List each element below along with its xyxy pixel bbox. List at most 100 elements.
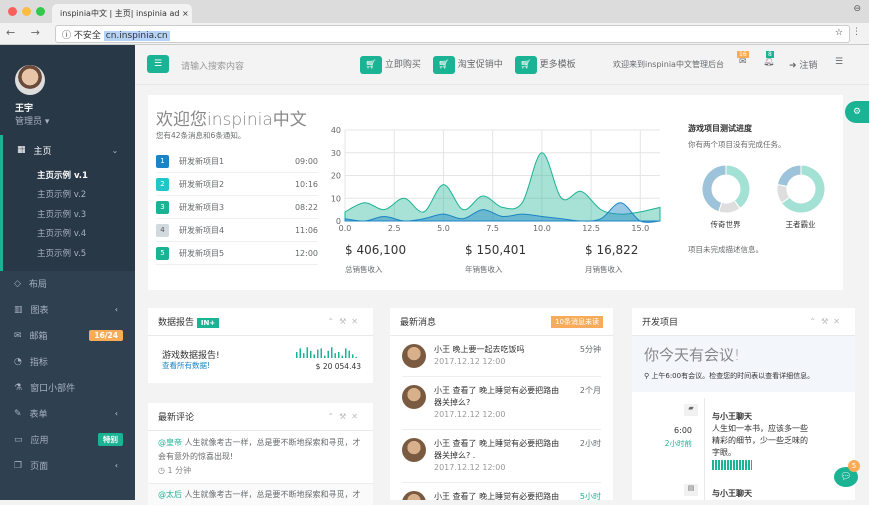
task-time: 11:06: [294, 225, 318, 235]
message-item[interactable]: 小王 查看了 晚上睡觉有必要把路由器关掉 5小时: [402, 483, 601, 500]
menu-icon[interactable]: ⋮: [852, 27, 861, 37]
message-text: 小王 晚上要一起去吃饭吗: [434, 345, 525, 354]
spark-bar: [296, 352, 298, 358]
y-tick-label: 20: [331, 172, 341, 181]
sidebar-item[interactable]: ▦ 主页 ⌄: [0, 135, 135, 165]
sidebar-item[interactable]: ⚗ 窗口小部件: [0, 375, 135, 401]
task-row[interactable]: 5 研发新项目5 12:00: [156, 242, 318, 265]
avatar: [15, 65, 45, 95]
message-item[interactable]: 小王 查看了 晚上睡觉有必要把路由器关掉么? 2017.12.12 12:00 2个…: [402, 377, 601, 430]
comment-item: @皇帝 人生就像考古一样，总是要不断地探索和寻觅，才会有意外的惊喜出现! ◷ 1…: [148, 431, 373, 484]
button-label: 淘宝促销中: [457, 60, 503, 70]
area-chart: 0102030400.0 2.5 5.0 7.5 10.0 12.5 15.0: [331, 126, 661, 233]
timeline-sparkline: [712, 460, 752, 470]
map-marker-icon: ⚲: [644, 372, 650, 380]
profile-icon[interactable]: ⊖: [853, 4, 861, 14]
task-row[interactable]: 4 研发新项目4 11:06: [156, 219, 318, 242]
message-item[interactable]: 小王 晚上要一起去吃饭吗 2017.12.12 12:00 5分钟: [402, 336, 601, 377]
logout-label: 注销: [799, 61, 818, 71]
cart-icon: 🛒︎: [514, 56, 537, 74]
menu-toggle-button[interactable]: ☰: [147, 55, 169, 73]
user-role-dropdown[interactable]: 管理员 ▾: [15, 114, 120, 127]
button-label: 立即购买: [384, 60, 421, 70]
meeting-heading: 你今天有会议!: [644, 346, 741, 364]
panel-tools-icon[interactable]: ⌃⚒✕: [327, 317, 363, 326]
comment-user-link[interactable]: @太后: [158, 490, 182, 499]
comment-item: @太后 人生就像考古一样，总是要不断地探索和寻觅，才: [148, 484, 373, 505]
sidebar-item[interactable]: ✉ 邮箱 16/24: [0, 323, 135, 349]
sidebar-item[interactable]: ❐ 页面 ‹: [0, 453, 135, 479]
message-date: 2017.12.12 12:00: [434, 357, 506, 366]
buy-button[interactable]: 🛒︎ 立即购买: [360, 56, 421, 74]
task-list: 1 研发新项目1 09:00 2 研发新项目2 10:16 3 研发新项目3 08:22 4 研发新…: [156, 150, 318, 265]
flask-icon: ⚗: [14, 382, 23, 393]
browser-tab[interactable]: inspinia中文 | 主页| inspinia ad ×: [52, 4, 192, 23]
stat-block: $ 16,822 月销售收入: [585, 243, 665, 275]
tab-title: inspinia中文 | 主页| inspinia ad: [60, 9, 180, 18]
message-text: 小王 查看了 晚上睡觉有必要把路由器关掉么? .: [434, 439, 560, 460]
welcome-text: 欢迎来到inspinia中文管理后台: [613, 60, 724, 69]
sidebar-item[interactable]: ▭ 应用 特别: [0, 427, 135, 453]
spark-bar: [317, 349, 319, 358]
settings-toggle-button[interactable]: ⚙: [845, 101, 869, 123]
sidebar-subitem[interactable]: 主页示例 v.4: [0, 223, 135, 243]
page-title: 欢迎您inspinia中文: [156, 110, 307, 130]
comments-panel: 最新评论 ⌃⚒✕ @皇帝 人生就像考古一样，总是要不断地探索和寻觅，才会有意外的惊…: [148, 403, 373, 505]
x-tick-label: 0.0: [339, 224, 352, 233]
task-row[interactable]: 3 研发新项目3 08:22: [156, 196, 318, 219]
sidebar-subitem[interactable]: 主页示例 v.3: [0, 204, 135, 224]
message-text: 小王 查看了 晚上睡觉有必要把路由器关掉么?: [434, 386, 560, 407]
sidebar-item[interactable]: ▥ 图表 ‹: [0, 297, 135, 323]
stat-label: 月销售收入: [585, 265, 623, 274]
search-input[interactable]: 请输入搜索内容: [181, 59, 244, 72]
close-window-button[interactable]: [8, 7, 17, 16]
sidebar-subitem[interactable]: 主页示例 v.5: [0, 243, 135, 263]
message-text: 小王 查看了 晚上睡觉有必要把路由器关掉: [434, 492, 560, 500]
task-number: 5: [156, 246, 169, 260]
star-icon[interactable]: ☆: [835, 28, 843, 38]
right-sidebar-toggle-icon[interactable]: ☰: [835, 57, 843, 67]
sidebar-subitem[interactable]: 主页示例 v.2: [0, 184, 135, 204]
spark-bar: [338, 352, 340, 358]
panel-title: 最新评论: [158, 413, 195, 423]
spark-bar: [299, 348, 301, 358]
avatar: [402, 491, 426, 500]
stat-label: 总销售收入: [345, 265, 383, 274]
comment-user-link[interactable]: @皇帝: [158, 438, 182, 447]
stat-value: $ 406,100: [345, 243, 407, 257]
task-row[interactable]: 2 研发新项目2 10:16: [156, 173, 318, 196]
spark-bar: [331, 347, 333, 358]
x-tick-label: 5.0: [437, 224, 450, 233]
button-label: 更多模板: [539, 60, 576, 70]
spark-bar: [345, 348, 347, 358]
sidebar-item[interactable]: ◔ 指标: [0, 349, 135, 375]
task-time: 08:22: [294, 202, 318, 212]
minimize-window-button[interactable]: [22, 7, 31, 16]
logout-link[interactable]: ➜ 注销: [789, 58, 817, 71]
mail-icon[interactable]: ✉ 16: [737, 51, 749, 67]
sidebar-item-label: 图表: [30, 306, 49, 316]
sidebar-item[interactable]: ✎ 表单 ‹: [0, 401, 135, 427]
sidebar-subitem[interactable]: 主页示例 v.1: [0, 165, 135, 185]
panel-tools-icon[interactable]: ⌃⚒✕: [809, 317, 845, 326]
more-templates-button[interactable]: 🛒︎ 更多模板: [514, 56, 576, 74]
message-item[interactable]: 小王 查看了 晚上睡觉有必要把路由器关掉么? . 2017.12.12 12:00…: [402, 430, 601, 483]
address-bar-row: ← → C ⓘ 不安全 cn.inspinia.cn ☆ ⋮: [0, 23, 869, 45]
bell-icon[interactable]: 🔔︎ 8: [763, 51, 774, 67]
sidebar-item[interactable]: ◇ 布局: [0, 271, 135, 297]
x-tick-label: 10.0: [533, 224, 551, 233]
task-row[interactable]: 1 研发新项目1 09:00: [156, 150, 318, 173]
panel-title: 数据报告: [158, 318, 195, 328]
profile: 王宇 管理员 ▾: [0, 45, 135, 135]
donut-slice: [725, 164, 750, 210]
url-input[interactable]: ⓘ 不安全 cn.inspinia.cn ☆: [55, 25, 850, 43]
maximize-window-button[interactable]: [36, 7, 45, 16]
chat-button[interactable]: 💬︎ 5: [834, 460, 860, 487]
panel-tools-icon[interactable]: ⌃⚒✕: [327, 412, 363, 421]
view-all-data-link[interactable]: 查看所有数据!: [162, 360, 210, 371]
sidebar-item-label: 表单: [29, 410, 48, 420]
donut-chart: 传奇世界: [701, 164, 751, 230]
data-report-panel: 数据报告 IN+ ⌃⚒✕ 游戏数据报告! 查看所有数据! $ 20 054.43: [148, 308, 373, 383]
donut-label: 王者霸业: [785, 220, 816, 229]
promo-button[interactable]: 🛒︎ 淘宝促销中: [432, 56, 503, 74]
